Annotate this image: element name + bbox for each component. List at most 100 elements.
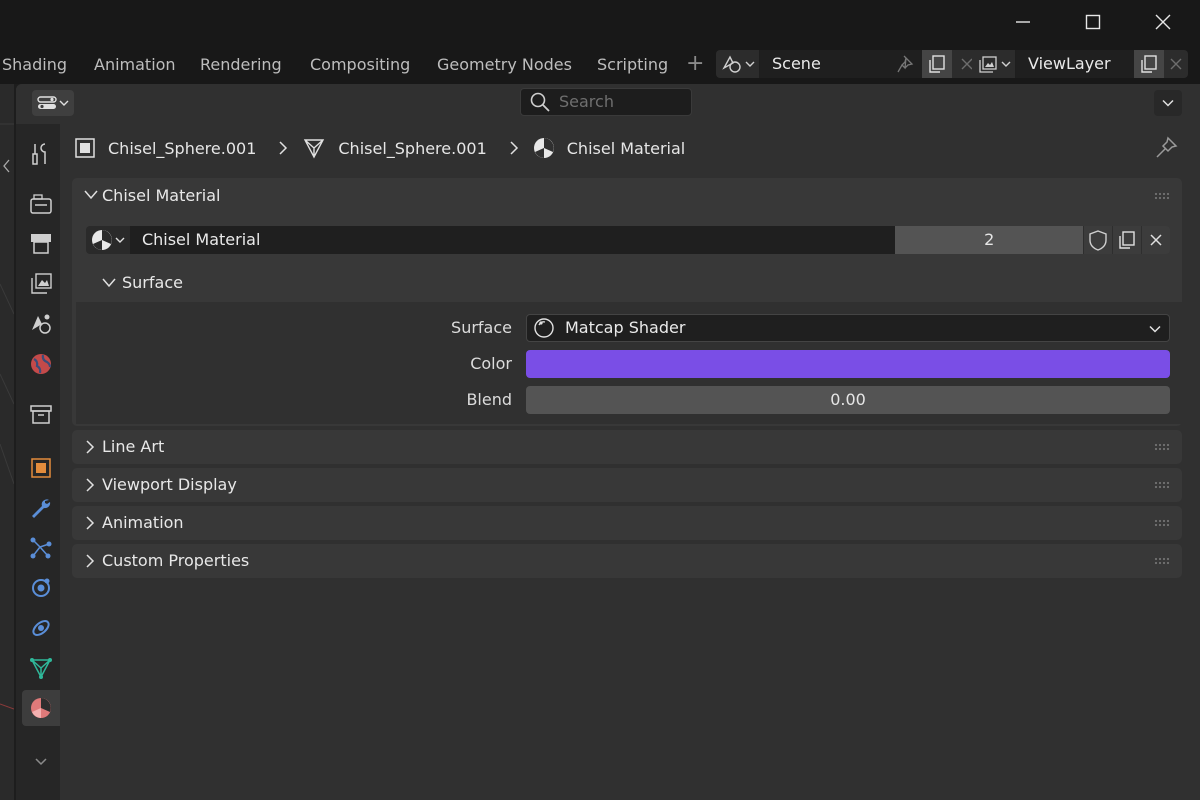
- chevron-right-icon: [510, 141, 518, 155]
- breadcrumb: Chisel_Sphere.001 Chisel_Sphere.001 Chis…: [74, 134, 685, 162]
- options-dropdown-button[interactable]: [1154, 90, 1182, 116]
- material-name-field[interactable]: Chisel Material: [129, 226, 896, 254]
- material-panel-header[interactable]: Chisel Material: [72, 178, 1182, 214]
- surface-subpanel: Surface Matcap Shader Color Blend 0.00: [76, 302, 1182, 424]
- scene-browse-button[interactable]: [716, 50, 760, 78]
- tab-output[interactable]: [22, 226, 60, 262]
- blend-label: Blend: [466, 390, 512, 409]
- duplicate-material-button[interactable]: [1112, 226, 1142, 254]
- duplicate-icon: [1141, 55, 1157, 73]
- drag-handle-icon[interactable]: [1154, 443, 1170, 451]
- scene-name-field[interactable]: Scene: [760, 50, 922, 78]
- new-scene-button[interactable]: [922, 50, 952, 78]
- custom-properties-panel-title: Custom Properties: [102, 551, 250, 570]
- tab-mesh-data[interactable]: [22, 650, 60, 686]
- line-art-panel[interactable]: Line Art: [72, 430, 1182, 464]
- properties-editor-icon: [37, 96, 57, 109]
- constraints-icon: [32, 620, 50, 636]
- view-layer-name-field[interactable]: ViewLayer: [1016, 50, 1134, 78]
- title-bar: [0, 0, 1200, 44]
- tab-collection[interactable]: [22, 396, 60, 432]
- animation-panel[interactable]: Animation: [72, 506, 1182, 540]
- tab-particles[interactable]: [22, 530, 60, 566]
- chevron-down-icon: [115, 237, 125, 243]
- tab-compositing[interactable]: Compositing: [310, 52, 410, 78]
- properties-header: Search: [16, 84, 1200, 124]
- close-window-button[interactable]: [1128, 0, 1198, 44]
- shield-icon: [1089, 230, 1107, 251]
- material-datablock: Chisel Material 2: [86, 226, 1170, 254]
- line-art-panel-title: Line Art: [102, 437, 165, 456]
- pin-icon[interactable]: [1154, 136, 1178, 160]
- tab-shading[interactable]: Shading: [2, 52, 67, 78]
- drag-handle-icon[interactable]: [1154, 519, 1170, 527]
- tab-material[interactable]: [22, 690, 60, 726]
- tab-scripting[interactable]: Scripting: [597, 52, 668, 78]
- tab-rendering[interactable]: Rendering: [200, 52, 282, 78]
- minimize-button[interactable]: [988, 0, 1058, 44]
- scene-selector: Scene: [716, 50, 982, 78]
- chevron-down-icon: [1162, 99, 1174, 107]
- tab-scene[interactable]: [22, 306, 60, 342]
- add-workspace-button[interactable]: +: [686, 52, 704, 78]
- unlink-material-button[interactable]: [1141, 226, 1170, 254]
- viewport-display-panel-title: Viewport Display: [102, 475, 237, 494]
- viewport-edge: [0, 84, 14, 800]
- close-icon: [1170, 58, 1182, 70]
- breadcrumb-object: Chisel_Sphere.001: [108, 138, 257, 158]
- breadcrumb-material: Chisel Material: [566, 138, 686, 158]
- color-label: Color: [470, 354, 512, 373]
- tab-physics[interactable]: [22, 570, 60, 606]
- viewport-display-panel[interactable]: Viewport Display: [72, 468, 1182, 502]
- duplicate-icon: [929, 55, 945, 73]
- chevron-right-icon: [86, 478, 95, 492]
- custom-properties-panel[interactable]: Custom Properties: [72, 544, 1182, 578]
- chevron-down-icon: [102, 278, 116, 288]
- tab-tool[interactable]: [22, 136, 60, 172]
- output-icon: [31, 234, 51, 254]
- delete-view-layer-button[interactable]: [1164, 50, 1188, 78]
- material-icon: [533, 138, 554, 158]
- viewport-grid: [0, 123, 14, 710]
- view-layer-browse-button[interactable]: [972, 50, 1016, 78]
- pin-icon[interactable]: [896, 54, 916, 74]
- chevron-down-icon: [745, 61, 754, 67]
- fake-user-button[interactable]: [1083, 226, 1113, 254]
- drag-handle-icon[interactable]: [1154, 192, 1170, 200]
- tab-geometry-nodes[interactable]: Geometry Nodes: [437, 52, 572, 78]
- mesh-data-icon: [30, 658, 52, 679]
- material-panel-title: Chisel Material: [102, 186, 221, 205]
- tab-modifier[interactable]: [22, 490, 60, 526]
- material-icon: [31, 698, 51, 718]
- tab-world[interactable]: [22, 346, 60, 382]
- chevron-down-icon: [84, 190, 98, 200]
- tabs-scroll-down[interactable]: [22, 744, 60, 780]
- browse-material-button[interactable]: [86, 226, 130, 254]
- chevron-down-icon: [59, 100, 69, 106]
- scene-icon: [32, 314, 51, 334]
- tab-constraints[interactable]: [22, 610, 60, 646]
- tab-render[interactable]: [22, 186, 60, 222]
- chevron-down-icon: [1001, 61, 1010, 67]
- tab-object[interactable]: [22, 450, 60, 486]
- surface-shader-dropdown[interactable]: Matcap Shader: [526, 314, 1170, 342]
- view-layer-selector: ViewLayer: [972, 50, 1188, 78]
- view-layer-name: ViewLayer: [1028, 54, 1111, 73]
- tab-animation[interactable]: Animation: [94, 52, 176, 78]
- new-view-layer-button[interactable]: [1134, 50, 1164, 78]
- search-icon: [530, 92, 550, 112]
- tab-view-layer[interactable]: [22, 266, 60, 302]
- blend-slider[interactable]: 0.00: [526, 386, 1170, 414]
- search-input[interactable]: Search: [520, 88, 692, 116]
- material-user-count[interactable]: 2: [895, 226, 1084, 254]
- color-swatch[interactable]: [526, 350, 1170, 378]
- editor-type-button[interactable]: [32, 90, 74, 116]
- wrench-icon: [32, 499, 51, 518]
- drag-handle-icon[interactable]: [1154, 557, 1170, 565]
- shader-node-icon: [534, 318, 554, 338]
- tool-icon: [32, 143, 46, 165]
- material-panel: Chisel Material Chisel Material 2 Surfac…: [72, 178, 1182, 426]
- chevron-down-icon: [35, 758, 47, 766]
- drag-handle-icon[interactable]: [1154, 481, 1170, 489]
- maximize-button[interactable]: [1058, 0, 1128, 44]
